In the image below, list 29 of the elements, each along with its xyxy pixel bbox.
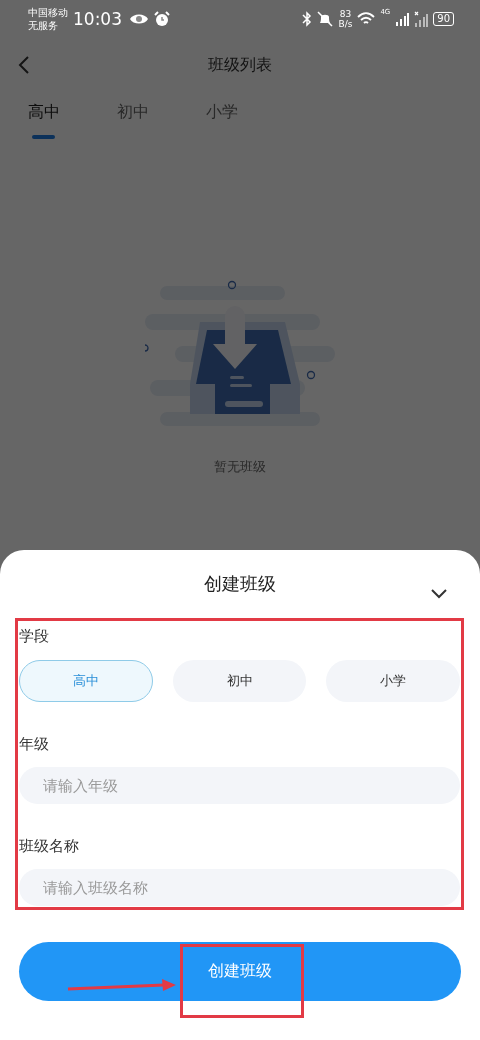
battery-level: 90 (433, 12, 454, 26)
clock-time: 10:03 (73, 9, 122, 29)
stage-option[interactable]: 高中 (19, 660, 153, 702)
carrier-name: 中国移动 (28, 6, 68, 19)
stage-option[interactable]: 初中 (172, 660, 307, 702)
create-button[interactable]: 创建班级 (19, 942, 461, 1001)
chevron-down-icon[interactable] (430, 588, 448, 600)
level-tab[interactable]: 高中 (28, 92, 117, 142)
back-icon[interactable] (17, 55, 31, 75)
empty-message: 暂无班级 (214, 458, 266, 476)
page-title: 班级列表 (208, 54, 272, 76)
signal-icon (395, 12, 410, 26)
field-label: 学段 (19, 626, 50, 646)
speed-unit: B/s (338, 19, 353, 29)
input-field[interactable]: 请输入年级 (19, 767, 460, 804)
level-tab[interactable]: 初中 (117, 92, 206, 142)
network-speed: 83 (339, 9, 352, 19)
level-tab[interactable]: 小学 (206, 92, 295, 142)
field-label: 班级名称 (19, 836, 80, 856)
alarm-clock-icon (154, 11, 170, 27)
stage-option[interactable]: 小学 (326, 660, 460, 702)
eye-icon (129, 12, 149, 26)
no-signal-icon (414, 11, 429, 27)
wifi-icon (357, 12, 376, 26)
service-status: 无服务 (28, 19, 59, 32)
field-label: 年级 (19, 734, 50, 754)
input-field[interactable]: 请输入班级名称 (19, 869, 460, 906)
bluetooth-icon (302, 11, 313, 27)
sheet-title: 创建班级 (204, 572, 276, 596)
